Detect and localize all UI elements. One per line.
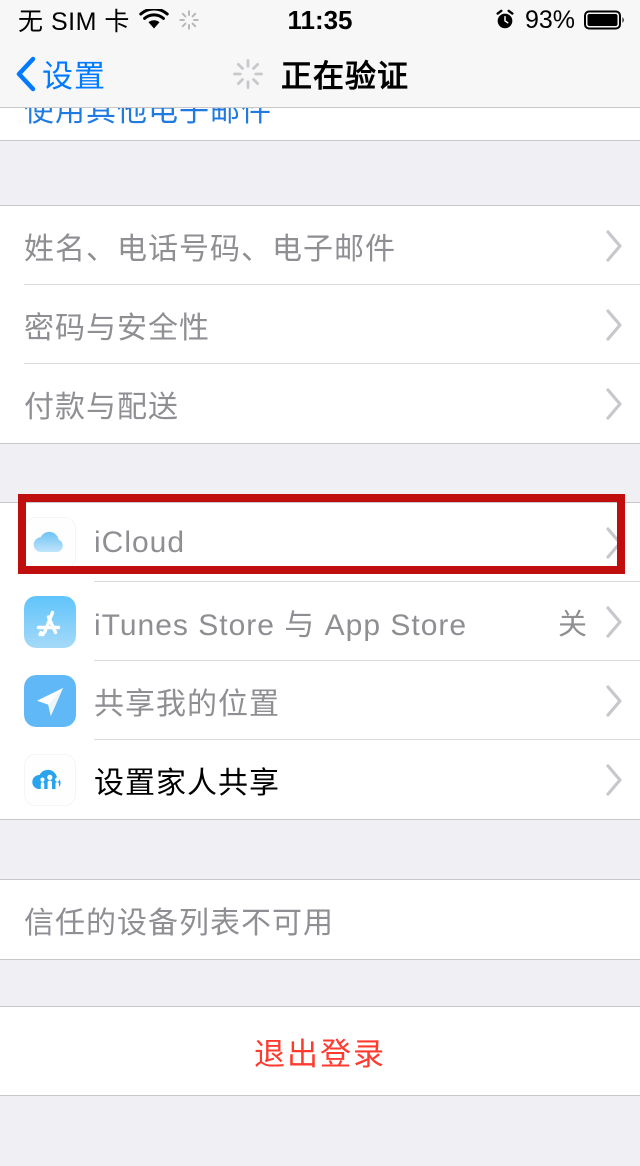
chevron-right-icon <box>604 308 624 342</box>
alarm-clock-icon <box>494 9 516 31</box>
section-gap <box>0 444 640 502</box>
devices-section: 信任的设备列表不可用 <box>0 879 640 960</box>
location-arrow-icon <box>24 674 76 727</box>
chevron-right-icon <box>604 605 624 639</box>
sign-out-button[interactable]: 退出登录 <box>0 1007 640 1095</box>
navigation-bar: 设置 正在验证 <box>0 40 640 108</box>
signout-section: 退出登录 <box>0 1006 640 1096</box>
row-label: iCloud <box>94 525 186 559</box>
row-password-security[interactable]: 密码与安全性 <box>0 285 640 364</box>
section-gap <box>0 820 640 879</box>
section-gap <box>0 141 640 205</box>
trusted-devices-note-row: 信任的设备列表不可用 <box>0 880 640 959</box>
row-label: 付款与配送 <box>24 390 179 424</box>
row-name-phone-email[interactable]: 姓名、电话号码、电子邮件 <box>0 206 640 285</box>
use-other-email-row[interactable]: 使用其他电子邮件 <box>0 108 640 141</box>
chevron-right-icon <box>604 526 624 560</box>
back-button[interactable]: 设置 <box>0 51 106 96</box>
chevron-right-icon <box>604 229 624 263</box>
account-section: 姓名、电话号码、电子邮件 密码与安全性 付款与配送 <box>0 205 640 444</box>
chevron-right-icon <box>604 387 624 421</box>
row-label: 设置家人共享 <box>94 766 280 800</box>
status-bar-right: 93% <box>494 0 626 40</box>
row-label: iTunes Store 与 App Store <box>94 608 468 642</box>
row-label: 姓名、电话号码、电子邮件 <box>24 232 396 266</box>
row-itunes-app-store[interactable]: iTunes Store 与 App Store 关 <box>0 582 640 661</box>
row-label: 共享我的位置 <box>94 687 280 721</box>
trusted-devices-note: 信任的设备列表不可用 <box>24 906 334 940</box>
bottom-gap <box>0 1096 640 1166</box>
page-title: 正在验证 <box>281 59 409 94</box>
row-setup-family-sharing[interactable]: 设置家人共享 <box>0 740 640 819</box>
use-other-email-label: 使用其他电子邮件 <box>24 108 272 128</box>
family-sharing-icon <box>24 753 76 806</box>
services-section: iCloud iTunes Store 与 App Store 关 共享我的位置… <box>0 502 640 820</box>
battery-full-icon <box>584 9 626 31</box>
section-gap <box>0 960 640 1006</box>
battery-percent-label: 93% <box>524 5 575 34</box>
row-icloud[interactable]: iCloud <box>0 503 640 582</box>
app-store-icon <box>24 595 76 648</box>
status-bar: 无 SIM 卡 11:35 93% <box>0 0 640 40</box>
clock-label: 11:35 <box>287 4 353 35</box>
row-value: 关 <box>557 608 588 641</box>
chevron-left-icon <box>14 54 38 94</box>
icloud-icon <box>24 516 76 569</box>
row-label: 密码与安全性 <box>24 311 210 345</box>
settings-scroll-view[interactable]: 使用其他电子邮件 姓名、电话号码、电子邮件 密码与安全性 付款与配送 iClou… <box>0 108 640 1166</box>
activity-spinner-icon <box>231 57 265 91</box>
row-payment-shipping[interactable]: 付款与配送 <box>0 364 640 443</box>
chevron-right-icon <box>604 763 624 797</box>
back-button-label: 设置 <box>42 59 106 94</box>
chevron-right-icon <box>604 684 624 718</box>
sign-out-label: 退出登录 <box>254 1036 386 1072</box>
row-share-my-location[interactable]: 共享我的位置 <box>0 661 640 740</box>
